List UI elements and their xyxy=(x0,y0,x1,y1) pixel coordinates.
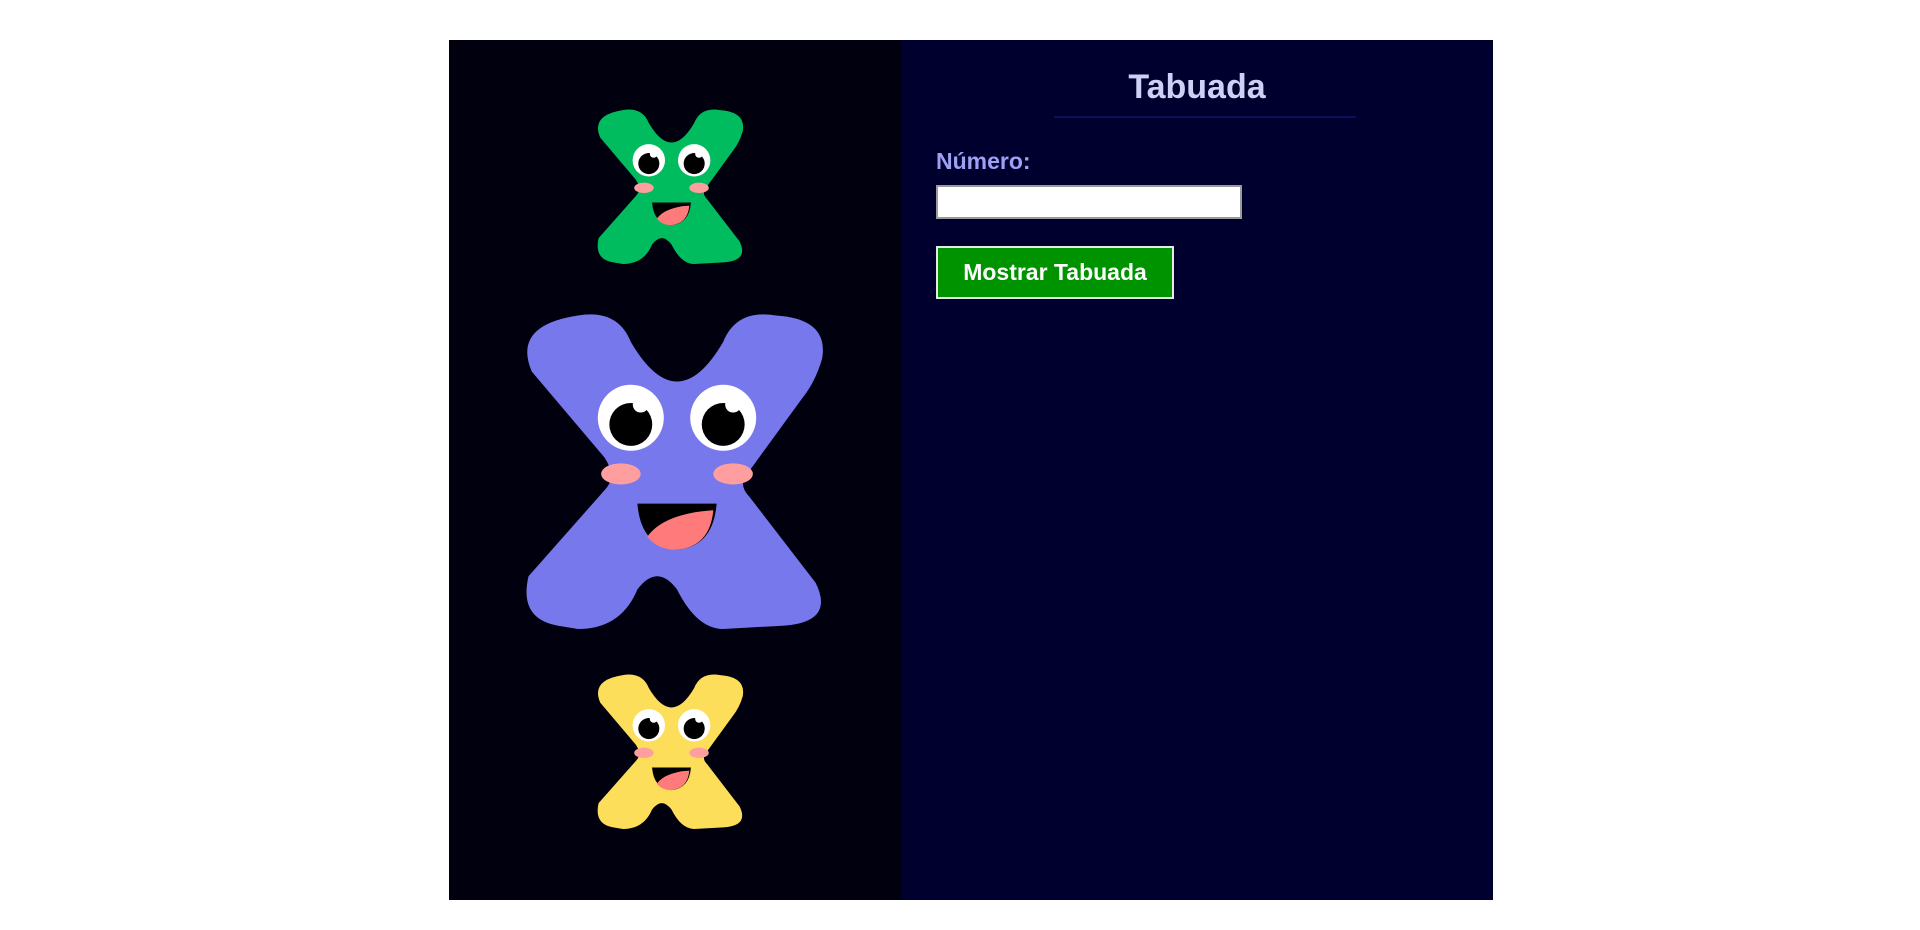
yellow-x-mascot xyxy=(579,667,764,829)
mascot-panel xyxy=(449,40,901,900)
app-container: Tabuada Número: Mostrar Tabuada xyxy=(449,40,1493,900)
page-title: Tabuada xyxy=(1128,68,1266,106)
show-tabuada-button[interactable]: Mostrar Tabuada xyxy=(936,246,1174,299)
green-x-mascot xyxy=(579,102,764,264)
tabuada-form-panel: Tabuada Número: Mostrar Tabuada xyxy=(901,40,1493,900)
number-input[interactable] xyxy=(936,185,1242,219)
purple-x-mascot xyxy=(489,299,865,629)
title-divider xyxy=(1054,116,1356,118)
number-label: Número: xyxy=(936,148,1031,174)
